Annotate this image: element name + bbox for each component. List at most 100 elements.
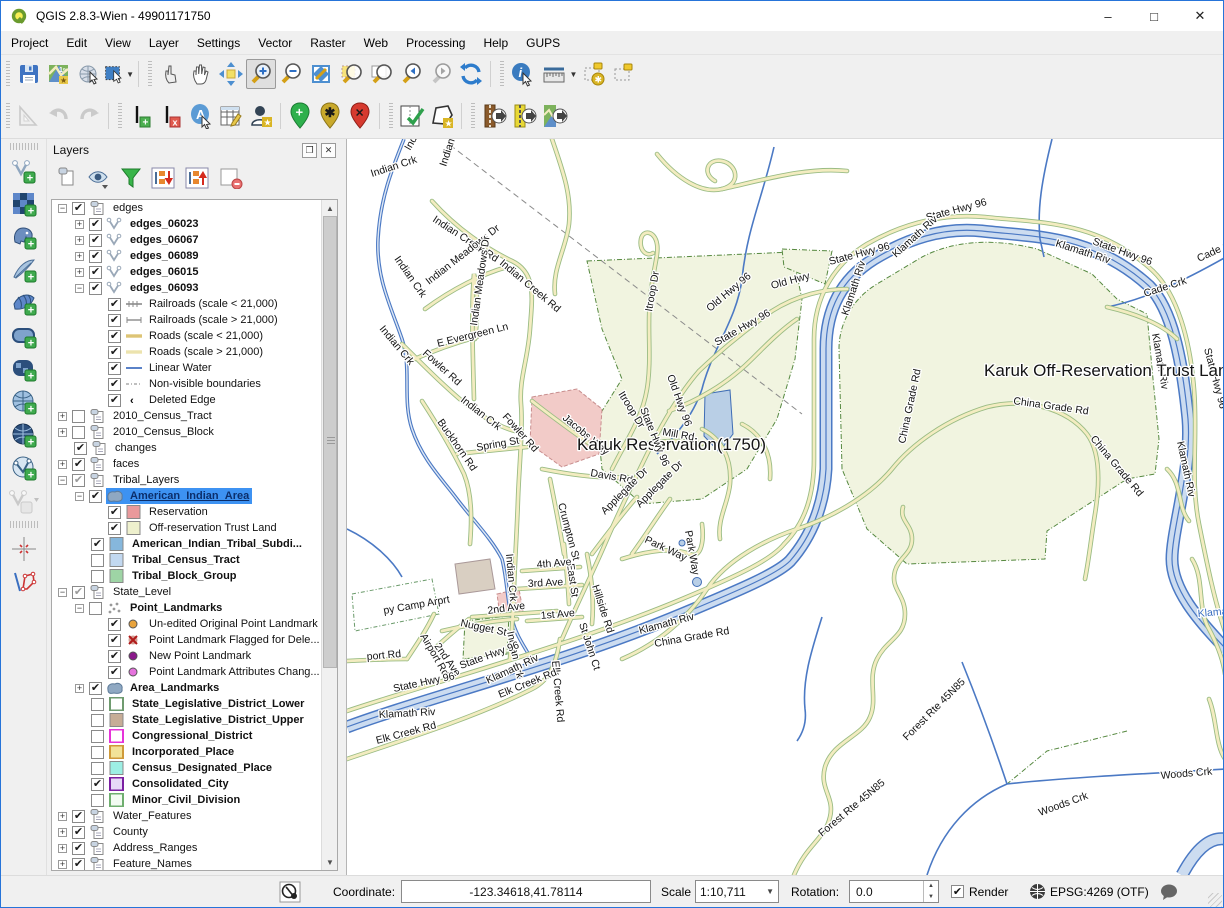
visibility-checkbox[interactable] xyxy=(91,714,104,727)
visibility-checkbox[interactable]: ✔ xyxy=(89,218,102,231)
layer-row-2010-census-tract[interactable]: +2010_Census_Tract xyxy=(52,408,337,424)
scroll-down-button[interactable]: ▼ xyxy=(322,854,338,870)
setsquare-button[interactable] xyxy=(14,101,44,131)
panel-float-button[interactable]: ❐ xyxy=(302,143,317,158)
rotation-down-arrow[interactable]: ▼ xyxy=(924,892,938,903)
visibility-checkbox[interactable] xyxy=(91,698,104,711)
layer-row-tribal-census-tract[interactable]: Tribal_Census_Tract xyxy=(52,552,337,568)
filter-legend-icon[interactable] xyxy=(121,167,141,189)
visibility-checkbox[interactable]: ✔ xyxy=(72,474,85,487)
close-button[interactable]: ✕ xyxy=(1177,1,1223,31)
layer-row-tribal-block-group[interactable]: Tribal_Block_Group xyxy=(52,568,337,584)
visibility-checkbox[interactable] xyxy=(91,730,104,743)
visibility-checkbox[interactable] xyxy=(72,426,85,439)
polygon-star-button[interactable]: ★ xyxy=(427,101,457,131)
layer-row-census-designated-place[interactable]: Census_Designated_Place xyxy=(52,760,337,776)
visibility-checkbox[interactable]: ✔ xyxy=(89,282,102,295)
menu-vector[interactable]: Vector xyxy=(249,33,301,53)
panel-close-button[interactable]: ✕ xyxy=(321,143,336,158)
menu-settings[interactable]: Settings xyxy=(188,33,249,53)
layer-row-edges-06023[interactable]: +✔edges_06023 xyxy=(52,216,337,232)
layer-row-edges[interactable]: −✔edges xyxy=(52,200,337,216)
layer-row-non-visible-boundaries[interactable]: ✔Non-visible boundaries xyxy=(52,376,337,392)
layer-row-deleted-edge[interactable]: ✔‹Deleted Edge xyxy=(52,392,337,408)
menu-layer[interactable]: Layer xyxy=(140,33,188,53)
log-messages-button[interactable] xyxy=(1159,880,1179,903)
add-mssql-layer-button[interactable]: + xyxy=(7,286,41,319)
expander-icon[interactable]: + xyxy=(75,252,84,261)
expander-icon[interactable]: + xyxy=(58,428,67,437)
collapse-all-icon[interactable] xyxy=(185,167,209,189)
layer-row-new-point-landmark[interactable]: ✔New Point Landmark xyxy=(52,648,337,664)
redo-button[interactable] xyxy=(74,101,104,131)
add-vector-layer-button[interactable]: + xyxy=(7,154,41,187)
expander-icon[interactable]: − xyxy=(75,604,84,613)
pin-delete-button[interactable]: ✕ xyxy=(345,101,375,131)
visibility-checkbox[interactable]: ✔ xyxy=(89,266,102,279)
pin-add-button[interactable]: + xyxy=(285,101,315,131)
export-edges-button[interactable] xyxy=(479,101,509,131)
zoom-last-button[interactable] xyxy=(396,59,426,89)
maximize-button[interactable]: □ xyxy=(1131,1,1177,31)
add-oracle-layer-button[interactable]: + xyxy=(7,319,41,352)
render-checkbox[interactable]: ✔ Render xyxy=(951,880,1008,903)
rotation-up-arrow[interactable]: ▲ xyxy=(924,881,938,892)
layer-row-point-landmarks[interactable]: −Point_Landmarks xyxy=(52,600,337,616)
add-group-icon[interactable] xyxy=(57,167,77,189)
delete-edge-button[interactable]: x xyxy=(156,101,186,131)
visibility-checkbox[interactable]: ✔ xyxy=(108,314,121,327)
export-faces-button[interactable] xyxy=(509,101,539,131)
expander-icon[interactable]: − xyxy=(58,476,67,485)
overview-globe-button[interactable] xyxy=(74,59,104,89)
visibility-checkbox[interactable]: ✔ xyxy=(89,682,102,695)
visibility-checkbox[interactable]: ✔ xyxy=(108,650,121,663)
select-region-button[interactable]: ▼ xyxy=(104,59,134,89)
zoom-in-button[interactable] xyxy=(246,59,276,89)
layer-row-state-legislative-district-lower[interactable]: State_Legislative_District_Lower xyxy=(52,696,337,712)
visibility-checkbox[interactable]: ✔ xyxy=(108,346,121,359)
expander-icon[interactable]: + xyxy=(75,220,84,229)
visibility-checkbox[interactable]: ✔ xyxy=(72,858,85,871)
menu-raster[interactable]: Raster xyxy=(301,33,354,53)
expander-icon[interactable]: + xyxy=(75,268,84,277)
visibility-checkbox[interactable]: ✔ xyxy=(89,490,102,503)
add-raster-layer-button[interactable]: + xyxy=(7,187,41,220)
expander-icon[interactable]: + xyxy=(58,844,67,853)
visibility-checkbox[interactable]: ✔ xyxy=(72,810,85,823)
visibility-checkbox[interactable] xyxy=(91,554,104,567)
layer-row-incorporated-place[interactable]: Incorporated_Place xyxy=(52,744,337,760)
lock-button[interactable] xyxy=(610,59,640,89)
expander-icon[interactable]: + xyxy=(75,684,84,693)
layer-row-linear-water[interactable]: ✔Linear Water xyxy=(52,360,337,376)
menu-gups[interactable]: GUPS xyxy=(517,33,569,53)
visibility-checkbox[interactable]: ✔ xyxy=(108,330,121,343)
expander-icon[interactable]: + xyxy=(58,460,67,469)
add-wfs-layer-button[interactable]: + xyxy=(7,451,41,484)
pin-asterisk-button[interactable]: ✱ xyxy=(315,101,345,131)
layer-row-american-indian-tribal-subdi[interactable]: ✔American_Indian_Tribal_Subdi... xyxy=(52,536,337,552)
visibility-checkbox[interactable] xyxy=(72,410,85,423)
layer-row-reservation[interactable]: ✔Reservation xyxy=(52,504,337,520)
expander-icon[interactable]: + xyxy=(58,860,67,869)
layer-row-state-legislative-district-upper[interactable]: State_Legislative_District_Upper xyxy=(52,712,337,728)
layer-row-edges-06089[interactable]: +✔edges_06089 xyxy=(52,248,337,264)
layer-row-address-ranges[interactable]: +✔Address_Ranges xyxy=(52,840,337,856)
coordinate-input[interactable]: -123.34618,41.78114 xyxy=(401,880,651,903)
zoom-full-button[interactable] xyxy=(306,59,336,89)
visibility-checkbox[interactable]: ✔ xyxy=(108,634,121,647)
remove-layer-icon[interactable] xyxy=(219,167,243,189)
zoom-selection-button[interactable] xyxy=(336,59,366,89)
add-wcs-layer-button[interactable]: + xyxy=(7,418,41,451)
validate-button[interactable] xyxy=(397,101,427,131)
expander-icon[interactable]: − xyxy=(75,492,84,501)
visibility-eye-icon[interactable] xyxy=(87,167,111,189)
scale-combo[interactable]: 1:10,711▼ xyxy=(695,880,779,903)
visibility-checkbox[interactable]: ✔ xyxy=(108,506,121,519)
layer-row-roads-scale-21-000[interactable]: ✔Roads (scale < 21,000) xyxy=(52,328,337,344)
layer-row-point-landmark-flagged-for-dele[interactable]: ✔Point Landmark Flagged for Dele... xyxy=(52,632,337,648)
visibility-checkbox[interactable]: ✔ xyxy=(72,826,85,839)
person-star-button[interactable]: ★ xyxy=(246,101,276,131)
layer-row-point-landmark-attributes-chang[interactable]: ✔Point Landmark Attributes Chang... xyxy=(52,664,337,680)
map-scale-button[interactable]: 1ⁿ ★ xyxy=(44,59,74,89)
add-edge-button[interactable]: + xyxy=(126,101,156,131)
